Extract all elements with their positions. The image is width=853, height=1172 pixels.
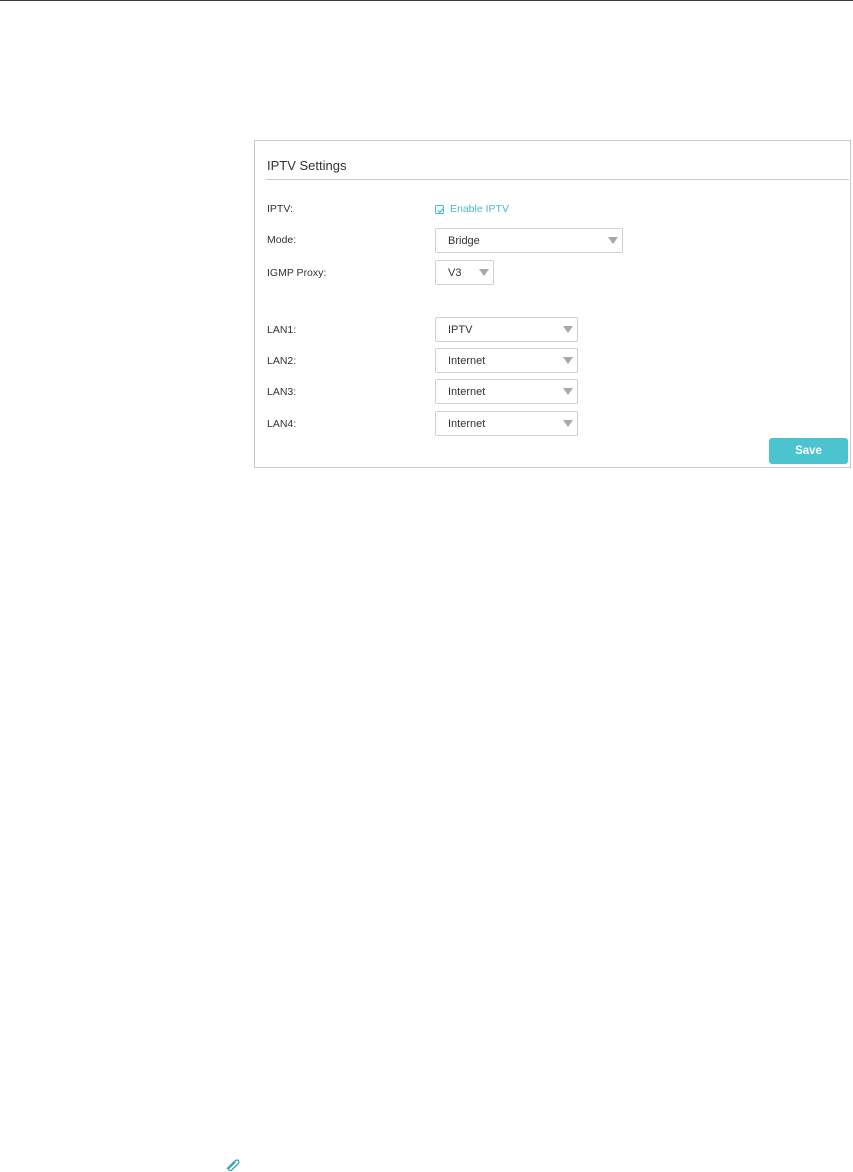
- save-button[interactable]: Save: [769, 438, 848, 464]
- iptv-label: IPTV:: [267, 203, 293, 215]
- mode-label: Mode:: [267, 234, 297, 246]
- lan2-select-value: Internet: [448, 355, 486, 367]
- mode-select-value: Bridge: [448, 235, 480, 247]
- lan4-select[interactable]: Internet: [435, 411, 578, 436]
- chevron-down-icon: [563, 388, 573, 395]
- chevron-down-icon: [563, 357, 573, 364]
- chevron-down-icon: [563, 420, 573, 427]
- paperclip-icon: [226, 1159, 240, 1171]
- enable-iptv-checkbox[interactable]: [435, 204, 444, 214]
- lan2-label: LAN2:: [267, 355, 297, 367]
- enable-iptv-checkbox-group[interactable]: Enable IPTV: [435, 203, 509, 215]
- checkmark-icon: [437, 207, 444, 213]
- lan1-select-value: IPTV: [448, 324, 473, 336]
- panel-title: IPTV Settings: [267, 158, 347, 173]
- iptv-settings-panel: IPTV Settings IPTV: Enable IPTV Mode: Br…: [254, 140, 851, 468]
- mode-select[interactable]: Bridge: [435, 228, 623, 253]
- lan1-select[interactable]: IPTV: [435, 317, 578, 342]
- igmp-proxy-select-value: V3: [448, 267, 462, 279]
- page-top-rule: [0, 0, 853, 1]
- lan4-select-value: Internet: [448, 418, 486, 430]
- igmp-proxy-select[interactable]: V3: [435, 260, 494, 285]
- chevron-down-icon: [563, 326, 573, 333]
- enable-iptv-label[interactable]: Enable IPTV: [450, 203, 509, 215]
- igmp-proxy-label: IGMP Proxy:: [267, 267, 327, 279]
- lan3-select-value: Internet: [448, 386, 486, 398]
- lan3-label: LAN3:: [267, 386, 297, 398]
- lan2-select[interactable]: Internet: [435, 348, 578, 373]
- chevron-down-icon: [479, 269, 489, 276]
- lan4-label: LAN4:: [267, 418, 297, 430]
- panel-divider: [266, 179, 849, 180]
- lan1-label: LAN1:: [267, 324, 297, 336]
- chevron-down-icon: [608, 237, 618, 244]
- lan3-select[interactable]: Internet: [435, 379, 578, 404]
